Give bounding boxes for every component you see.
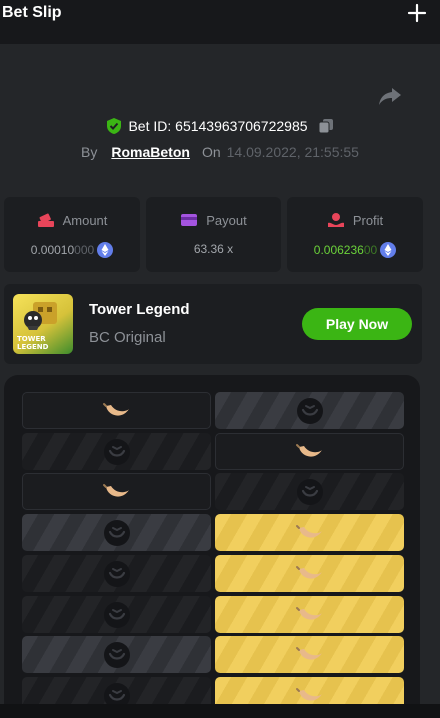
tower-legend-logo: TOWER LEGEND bbox=[17, 302, 57, 351]
username-link[interactable]: RomaBeton bbox=[111, 144, 190, 160]
profit-icon bbox=[327, 213, 344, 227]
payout-card: Payout 63.36 x bbox=[146, 197, 281, 272]
by-label: By bbox=[81, 144, 98, 160]
bet-byline: By RomaBeton On 14.09.2022, 21:55:55 bbox=[0, 142, 440, 162]
game-card: TOWER LEGEND Tower Legend BC Original Pl… bbox=[4, 284, 422, 364]
tower-tile bbox=[215, 433, 404, 470]
banana-icon bbox=[102, 483, 129, 497]
share-icon[interactable] bbox=[378, 86, 402, 106]
svg-text:LEGEND: LEGEND bbox=[17, 343, 49, 351]
shield-check-icon bbox=[107, 118, 122, 134]
bet-date: 14.09.2022, 21:55:55 bbox=[226, 144, 359, 160]
amount-label: Amount bbox=[62, 212, 108, 228]
tower-tile bbox=[215, 636, 404, 673]
skull-icon bbox=[296, 478, 323, 505]
tower-tile bbox=[22, 433, 211, 470]
banana-icon bbox=[295, 565, 322, 579]
wallet-icon bbox=[181, 214, 198, 226]
game-thumbnail[interactable]: TOWER LEGEND bbox=[13, 294, 73, 354]
skull-icon bbox=[103, 560, 130, 587]
banana-icon bbox=[295, 443, 322, 457]
skull-icon bbox=[103, 438, 130, 465]
profit-value: 0.006236 bbox=[313, 243, 364, 257]
eth-icon bbox=[380, 242, 397, 258]
skull-icon bbox=[103, 641, 130, 668]
tower-tile bbox=[215, 555, 404, 592]
banana-icon bbox=[295, 646, 322, 660]
eth-icon bbox=[97, 242, 114, 258]
skull-icon bbox=[103, 601, 130, 628]
tower-tile bbox=[22, 514, 211, 551]
tower-tile bbox=[22, 555, 211, 592]
tower-tile bbox=[215, 392, 404, 429]
tower-tile bbox=[215, 473, 404, 510]
banana-icon bbox=[102, 402, 129, 416]
svg-text:TOWER: TOWER bbox=[17, 335, 46, 343]
profit-value-trailing: 00 bbox=[363, 243, 378, 257]
bet-id-row: Bet ID: 65143963706722985 bbox=[0, 116, 440, 136]
skull-icon bbox=[103, 519, 130, 546]
plus-icon[interactable] bbox=[407, 3, 427, 23]
banana-icon bbox=[295, 524, 322, 538]
amount-value-trailing: 000 bbox=[74, 243, 95, 257]
payout-label: Payout bbox=[206, 212, 247, 228]
tower-tile bbox=[215, 514, 404, 551]
on-label: On bbox=[201, 144, 221, 160]
tower-tile bbox=[215, 596, 404, 633]
game-provider: BC Original bbox=[89, 329, 166, 346]
tower-tile bbox=[22, 392, 211, 429]
tower-board bbox=[4, 375, 420, 718]
amount-icon bbox=[37, 213, 54, 227]
payout-value: 63.36 x bbox=[193, 242, 234, 256]
play-now-button[interactable]: Play Now bbox=[302, 308, 412, 340]
game-name[interactable]: Tower Legend bbox=[89, 301, 190, 318]
amount-card: Amount 0.00010000 bbox=[4, 197, 140, 272]
profit-card: Profit 0.00623600 bbox=[287, 197, 423, 272]
tower-tile bbox=[22, 636, 211, 673]
tower-tile bbox=[22, 596, 211, 633]
bottom-bar bbox=[0, 704, 440, 718]
copy-icon[interactable] bbox=[318, 118, 334, 134]
banana-icon bbox=[295, 606, 322, 620]
skull-icon bbox=[296, 397, 323, 424]
top-bar: Bet Slip bbox=[0, 0, 440, 44]
page-title: Bet Slip bbox=[2, 4, 62, 21]
profit-label: Profit bbox=[352, 212, 384, 228]
amount-value: 0.00010 bbox=[30, 243, 75, 257]
bet-id: Bet ID: 65143963706722985 bbox=[128, 118, 308, 134]
tower-tile bbox=[22, 473, 211, 510]
